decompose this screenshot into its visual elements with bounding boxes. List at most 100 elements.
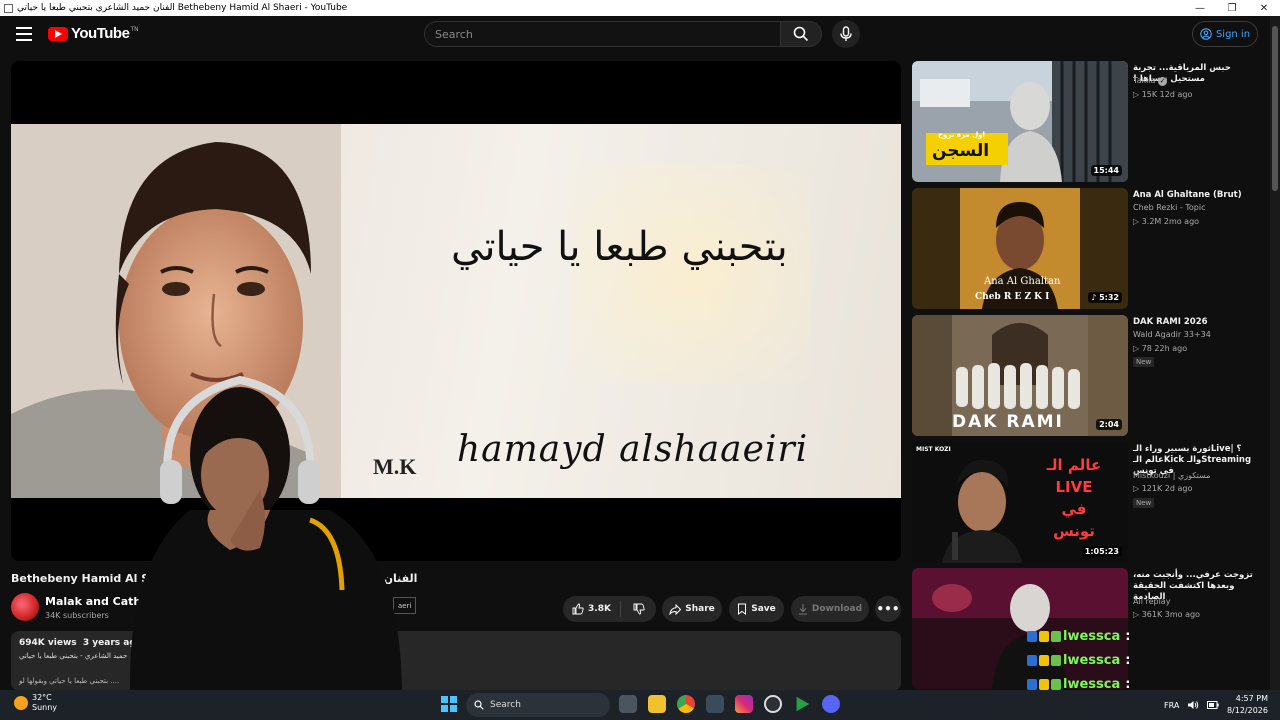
- window-title: الفنان حميد الشاعري بتحبني طبعا يا حياتي…: [17, 3, 348, 13]
- share-button[interactable]: Share: [662, 596, 722, 622]
- temperature: 32°C: [32, 693, 52, 702]
- chat-badge-icon: [1051, 654, 1061, 666]
- thumb-text: عالم الـ LIVE في تونس: [1046, 456, 1102, 540]
- speaker-icon[interactable]: [1187, 700, 1199, 710]
- video-caption-name: hamayd alshaaeiri: [457, 429, 809, 470]
- verified-badge-icon: ✓: [1158, 77, 1167, 86]
- minimize-button[interactable]: —: [1184, 0, 1216, 16]
- video-duration: ♪ 5:32: [1088, 292, 1122, 303]
- view-count: 694K views: [19, 638, 77, 648]
- chat-badge-icon: [1027, 654, 1037, 666]
- cheb-rezki-thumbnail-image: [912, 188, 1128, 309]
- chat-badge-icon: [1051, 678, 1061, 690]
- bookmark-icon: [738, 603, 747, 615]
- chat-badge-icon: [1027, 678, 1037, 690]
- thumb-subtext: MIST KOZI: [916, 446, 951, 453]
- more-icon: •••: [876, 602, 900, 616]
- chat-badge-icon: [1051, 630, 1061, 642]
- hamburger-menu-icon[interactable]: [16, 27, 32, 41]
- recommendation-item[interactable]: اول مرة نروح السجن 15:44 حبس المرياقية..…: [912, 61, 1272, 182]
- search-button[interactable]: [780, 21, 822, 47]
- download-button[interactable]: Download: [791, 596, 869, 622]
- weather-widget[interactable]: 32°C Sunny: [14, 693, 57, 713]
- recommendation-title[interactable]: Ana Al Ghaltane (Brut): [1133, 190, 1263, 201]
- taskbar-search[interactable]: Search: [466, 693, 610, 717]
- save-label: Save: [751, 604, 776, 614]
- account-icon: [1200, 28, 1212, 40]
- store-icon[interactable]: [706, 695, 724, 713]
- like-button[interactable]: 3.8K: [563, 601, 621, 617]
- page-favicon-icon: [4, 3, 13, 13]
- system-tray: FRA: [1164, 690, 1220, 720]
- prison-thumbnail-image: [912, 61, 1128, 182]
- voice-search-button[interactable]: [832, 20, 860, 48]
- recommendation-thumbnail[interactable]: Ana Al Ghaltan Cheb R E Z K I ♪ 5:32: [912, 188, 1128, 309]
- video-light-haze: [571, 164, 811, 384]
- file-explorer-icon[interactable]: [648, 695, 666, 713]
- thumb-subtext: Cheb R E Z K I: [975, 292, 1050, 302]
- play-app-icon[interactable]: [796, 696, 810, 712]
- more-actions-button[interactable]: •••: [875, 596, 901, 622]
- recommendation-item[interactable]: Ana Al Ghaltan Cheb R E Z K I ♪ 5:32 Ana…: [912, 188, 1272, 309]
- recommendation-thumbnail[interactable]: MIST KOZI عالم الـ LIVE في تونس 1:05:23: [912, 442, 1128, 563]
- youtube-play-icon: [48, 26, 68, 41]
- thumb-text: السجن: [932, 141, 990, 161]
- new-badge: New: [1133, 498, 1155, 508]
- youtube-logo-text: YouTube: [71, 25, 130, 42]
- sign-in-button[interactable]: Sign in: [1192, 21, 1258, 47]
- streamer-webcam-overlay: [129, 375, 402, 690]
- like-dislike-group: 3.8K: [563, 596, 656, 622]
- video-caption-arabic: بتحبني طبعا يا حياتي: [451, 224, 788, 270]
- youtube-logo[interactable]: YouTube TN: [48, 25, 139, 42]
- taskbar-clock[interactable]: 4:57 PM 8/12/2026: [1222, 693, 1268, 717]
- country-code: TN: [130, 26, 139, 33]
- youtube-header: YouTube TN Sign in: [0, 16, 1280, 54]
- thumbs-down-icon: [633, 603, 645, 615]
- chat-username: lwessca: [1063, 628, 1121, 644]
- battery-icon[interactable]: [1207, 700, 1220, 710]
- maximize-button[interactable]: ❐: [1216, 0, 1248, 16]
- chat-message: lwessca :: [1027, 648, 1157, 672]
- scrollbar-thumb[interactable]: [1272, 26, 1278, 191]
- recommendation-title[interactable]: DAK RAMI 2026: [1133, 317, 1263, 328]
- close-button[interactable]: ✕: [1248, 0, 1280, 16]
- clock-time: 4:57 PM: [1235, 694, 1268, 703]
- search-box[interactable]: [424, 21, 781, 47]
- recommendation-meta: ▷ 78 22h ago: [1133, 344, 1188, 353]
- microphone-icon: [840, 26, 852, 41]
- recommendation-channel[interactable]: Mistkouzi | مستكوزي: [1133, 471, 1210, 480]
- recommendation-channel[interactable]: Takila ✓: [1133, 76, 1167, 86]
- task-view-icon[interactable]: [619, 695, 637, 713]
- chat-message: lwessca :: [1027, 624, 1157, 648]
- windows-start-icon[interactable]: [441, 696, 457, 712]
- new-badge: New: [1133, 357, 1155, 367]
- chat-badge-icon: [1039, 654, 1049, 666]
- share-icon: [669, 603, 682, 615]
- page-scrollbar[interactable]: [1270, 16, 1280, 690]
- dislike-button[interactable]: [621, 603, 656, 615]
- recommendation-thumbnail[interactable]: اول مرة نروح السجن 15:44: [912, 61, 1128, 182]
- language-indicator[interactable]: FRA: [1164, 701, 1179, 710]
- download-icon: [798, 604, 807, 615]
- recommendation-channel[interactable]: All replay: [1133, 597, 1170, 606]
- discord-icon[interactable]: [822, 695, 840, 713]
- chrome-icon[interactable]: [677, 695, 695, 713]
- video-duration: 2:04: [1096, 419, 1122, 430]
- recommendation-channel[interactable]: Wald Agadir 33+34: [1133, 330, 1211, 339]
- instagram-icon[interactable]: [735, 695, 753, 713]
- save-button[interactable]: Save: [729, 596, 784, 622]
- recommendation-meta: ▷ 121K 2d ago: [1133, 484, 1193, 493]
- obs-icon[interactable]: [764, 695, 782, 713]
- sign-in-label: Sign in: [1215, 28, 1251, 40]
- chat-separator: :: [1125, 628, 1131, 644]
- recommendation-item[interactable]: MIST KOZI عالم الـ LIVE في تونس 1:05:23 …: [912, 442, 1272, 563]
- chat-separator: :: [1125, 652, 1131, 668]
- search-input[interactable]: [435, 27, 780, 41]
- recommendation-item[interactable]: DAK RAMI 2:04 DAK RAMI 2026 Wald Agadir …: [912, 315, 1272, 436]
- search-icon: [793, 26, 809, 42]
- chat-badge-icon: [1027, 630, 1037, 642]
- chat-badge-icon: [1039, 630, 1049, 642]
- recommendation-channel[interactable]: Cheb Rezki - Topic: [1133, 203, 1205, 212]
- channel-avatar[interactable]: [11, 593, 39, 621]
- recommendation-thumbnail[interactable]: DAK RAMI 2:04: [912, 315, 1128, 436]
